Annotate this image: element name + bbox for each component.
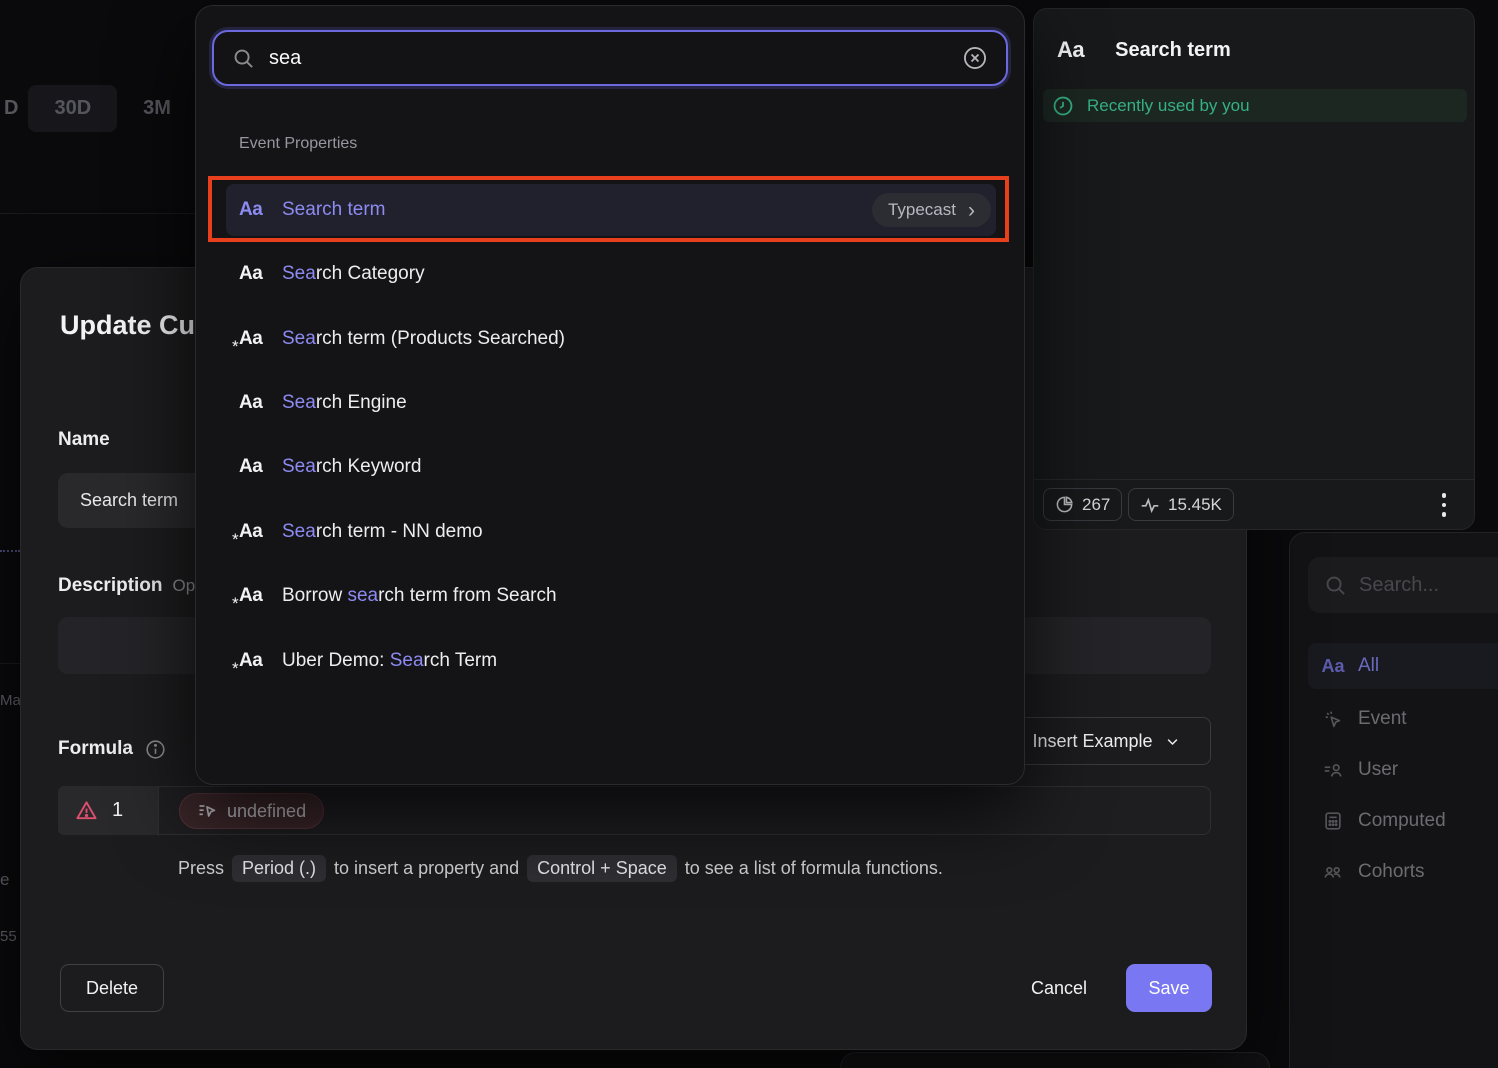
property-detail-panel: Aa Search term Recently used by you 267 … [1033,8,1475,530]
filter-item-computed[interactable]: Computed [1308,798,1498,844]
cancel-button[interactable]: Cancel [1004,964,1114,1012]
text-property-icon: Aa [239,263,262,284]
more-options-icon[interactable] [1430,491,1458,519]
text-property-icon: Aa [239,650,262,671]
recently-used-badge: Recently used by you [1043,89,1467,122]
tab-30d[interactable]: 30D [28,85,117,132]
cohorts-people-icon [1320,861,1346,883]
chevron-down-icon [1165,734,1180,749]
clear-search-icon[interactable] [962,45,988,71]
clock-icon [1052,95,1074,117]
info-icon [145,739,166,760]
calculator-icon [1320,810,1346,832]
tab-3m[interactable]: 3M [117,85,197,132]
axis-fragment: 55 [0,928,17,945]
result-search-term[interactable]: Aa* Search term Typecast› [226,184,996,236]
axis-fragment: e [0,870,9,890]
custom-property-star-icon: * [232,337,239,357]
warning-icon [75,799,98,822]
filter-item-all[interactable]: Aa All [1308,643,1498,689]
filter-item-cohorts[interactable]: Cohorts [1308,849,1498,895]
custom-property-star-icon: * [232,594,239,614]
control-space-key-chip: Control + Space [527,855,677,882]
filter-item-event[interactable]: Event [1308,696,1498,742]
events-count-chip[interactable]: 267 [1043,488,1122,521]
text-property-icon: Aa [1320,656,1346,677]
tab-7d[interactable]: D [0,85,28,132]
filter-search-box [1308,557,1498,613]
event-token-icon [197,801,217,821]
name-label: Name [58,429,110,451]
result-borrow-search-term[interactable]: Aa* Borrow search term from Search [226,570,996,622]
result-uber-demo-search-term[interactable]: Aa* Uber Demo: Search Term [226,635,996,687]
result-search-engine[interactable]: Aa Search Engine [226,377,996,429]
volume-chip[interactable]: 15.45K [1128,488,1234,521]
result-search-keyword[interactable]: Aa Search Keyword [226,441,996,493]
text-property-icon: Aa [1057,37,1084,63]
chart-gridline [0,213,195,214]
text-property-icon: Aa [239,392,262,413]
text-property-icon: Aa [239,456,262,477]
text-property-icon: Aa [239,585,262,606]
chevron-right-icon: › [968,200,975,221]
custom-property-star-icon: * [232,659,239,679]
delete-button[interactable]: Delete [60,964,164,1012]
text-property-icon: Aa [239,328,262,349]
result-search-category[interactable]: Aa Search Category [226,248,996,300]
formula-help-text: Press Period (.) to insert a property an… [178,855,943,882]
undefined-token[interactable]: undefined [179,793,324,829]
property-filter-panel: Aa All Event User Computed Cohorts [1289,532,1498,1068]
filter-search-input[interactable] [1347,574,1498,597]
filter-item-user[interactable]: User [1308,747,1498,793]
period-key-chip: Period (.) [232,855,326,882]
user-list-icon [1320,759,1346,781]
background-panel-edge [840,1052,1270,1068]
chart-dotted-line [0,550,20,552]
custom-property-star-icon: * [232,530,239,550]
result-search-term-nn-demo[interactable]: Aa* Search term - NN demo [226,506,996,558]
text-property-icon: Aa [239,199,262,220]
text-property-icon: Aa [239,521,262,542]
result-search-term-products-searched[interactable]: Aa* Search term (Products Searched) [226,313,996,365]
search-box [212,30,1008,86]
section-header-event-properties: Event Properties [239,135,357,153]
cursor-click-icon [1320,708,1346,730]
search-icon [1324,574,1347,597]
formula-error-gutter: 1 [58,786,158,835]
formula-editor[interactable]: undefined [158,786,1211,835]
activity-icon [1140,495,1160,515]
save-button[interactable]: Save [1126,964,1212,1012]
chart-gridline [0,663,20,664]
property-title: Search term [1115,39,1231,62]
formula-label: Formula [58,738,166,760]
pie-chart-icon [1055,495,1074,514]
search-input[interactable] [255,47,962,70]
panel-divider [1034,479,1474,480]
search-icon [232,47,255,70]
insert-example-button[interactable]: Insert Example [1001,717,1211,765]
typecast-button[interactable]: Typecast› [872,193,991,227]
app-screen: D 30D 3M May e 55 Update Custom Property… [0,0,1498,1068]
error-line-number: 1 [112,799,123,822]
time-range-tabs: D 30D 3M [0,85,197,132]
property-search-dropdown: Event Properties Aa* Search term Typecas… [195,5,1025,785]
